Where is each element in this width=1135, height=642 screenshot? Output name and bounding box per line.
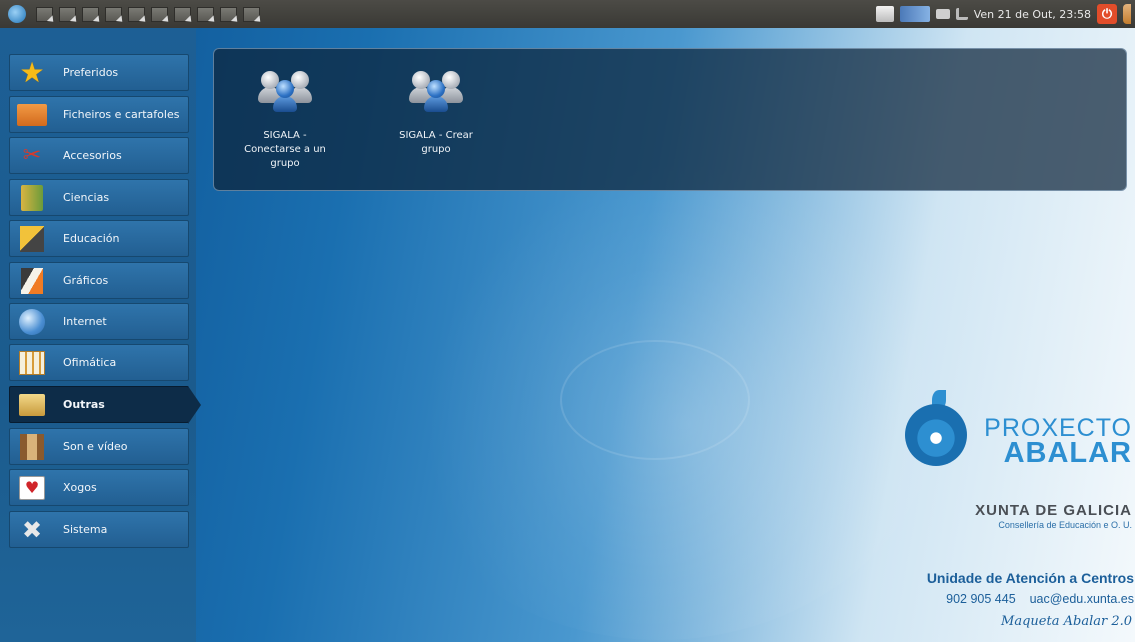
category-label: Ciencias — [63, 191, 110, 204]
category-label: Internet — [63, 315, 107, 328]
office-icon — [17, 349, 47, 377]
maqueta-version: Maqueta Abalar 2.0 — [1001, 614, 1132, 629]
app-sigala-conectarse[interactable]: SIGALA - Conectarse a un grupo — [235, 69, 335, 171]
uac-email: uac@edu.xunta.es — [1029, 592, 1134, 606]
app-launcher-icon[interactable] — [174, 6, 191, 22]
group-users-icon — [409, 69, 463, 113]
app-label: SIGALA - Crear grupo — [399, 130, 473, 155]
category-preferidos[interactable]: ★ Preferidos — [9, 54, 189, 91]
app-launcher-icon[interactable] — [243, 6, 260, 22]
folder-icon — [17, 101, 47, 129]
star-icon: ★ — [19, 55, 45, 89]
category-outras[interactable]: Outras — [9, 386, 201, 424]
category-ofimatica[interactable]: Ofimática — [9, 344, 189, 381]
media-icon — [17, 433, 47, 461]
app-launcher-icon[interactable] — [151, 6, 168, 22]
category-ciencias[interactable]: Ciencias — [9, 179, 189, 216]
power-icon[interactable]: ⏻ — [1097, 4, 1117, 24]
clock[interactable]: Ven 21 de Out, 23:58 — [974, 8, 1091, 21]
app-launcher-icon[interactable] — [82, 6, 99, 22]
box-icon — [17, 391, 47, 419]
category-internet[interactable]: Internet — [9, 303, 189, 340]
category-label: Xogos — [63, 481, 97, 494]
app-launcher-icon[interactable] — [220, 6, 237, 22]
keyboard-icon[interactable] — [875, 6, 894, 22]
category-label: Accesorios — [63, 149, 122, 162]
category-xogos[interactable]: ♥ Xogos — [9, 469, 189, 506]
launcher-bar — [36, 6, 260, 22]
category-label: Outras — [63, 398, 105, 411]
applications-panel: SIGALA - Conectarse a un grupo SIGALA - … — [213, 48, 1127, 191]
category-label: Ficheiros e cartafoles — [63, 108, 180, 121]
abalar-logo-icon — [905, 404, 967, 466]
app-label: SIGALA - Conectarse a un grupo — [244, 130, 326, 169]
cards-icon: ♥ — [17, 474, 47, 502]
menu-logo-icon[interactable] — [8, 5, 26, 23]
uac-phone: 902 905 445 — [946, 592, 1016, 606]
user-icon[interactable] — [1123, 4, 1131, 24]
top-panel: Ven 21 de Out, 23:58 ⏻ — [0, 0, 1135, 28]
category-son-e-video[interactable]: Son e vídeo — [9, 428, 189, 465]
app-launcher-icon[interactable] — [59, 6, 76, 22]
category-accesorios[interactable]: ✂ Accesorios — [9, 137, 189, 174]
category-sistema[interactable]: ✖ Sistema — [9, 511, 189, 548]
category-label: Sistema — [63, 523, 108, 536]
category-educacion[interactable]: Educación — [9, 220, 189, 257]
tools-icon: ✂ — [22, 142, 42, 168]
wrench-icon: ✖ — [21, 515, 43, 544]
category-label: Son e vídeo — [63, 440, 128, 453]
app-launcher-icon[interactable] — [36, 6, 53, 22]
network-icon[interactable] — [899, 6, 930, 22]
category-label: Ofimática — [63, 356, 117, 369]
background-decoration-ring — [560, 340, 750, 460]
graphics-icon — [17, 267, 47, 295]
education-icon — [17, 225, 47, 253]
category-label: Preferidos — [63, 66, 119, 79]
uac-contact: 902 905 445 uac@edu.xunta.es — [860, 592, 1134, 606]
consellaria-text: Consellería de Educación e O. U. — [998, 520, 1132, 530]
uac-title: Unidade de Atención a Centros — [926, 570, 1134, 586]
app-launcher-icon[interactable] — [128, 6, 145, 22]
app-launcher-icon[interactable] — [197, 6, 214, 22]
category-label: Educación — [63, 232, 120, 245]
brand-abalar: ABALAR — [1003, 437, 1132, 469]
system-tray: Ven 21 de Out, 23:58 ⏻ — [875, 4, 1131, 24]
science-icon — [17, 184, 47, 212]
group-users-icon — [258, 69, 312, 113]
app-launcher-icon[interactable] — [105, 6, 122, 22]
globe-icon — [17, 308, 47, 336]
category-ficheiros[interactable]: Ficheiros e cartafoles — [9, 96, 189, 133]
category-label: Gráficos — [63, 274, 109, 287]
app-sigala-crear-grupo[interactable]: SIGALA - Crear grupo — [386, 69, 486, 157]
background-decoration — [380, 160, 940, 640]
category-graficos[interactable]: Gráficos — [9, 262, 189, 299]
battery-icon[interactable] — [935, 9, 950, 19]
xunta-de-galicia: XUNTA DE GALICIA — [975, 502, 1132, 519]
volume-icon[interactable] — [955, 8, 968, 20]
category-sidebar: ★ Preferidos Ficheiros e cartafoles ✂ Ac… — [0, 28, 201, 642]
